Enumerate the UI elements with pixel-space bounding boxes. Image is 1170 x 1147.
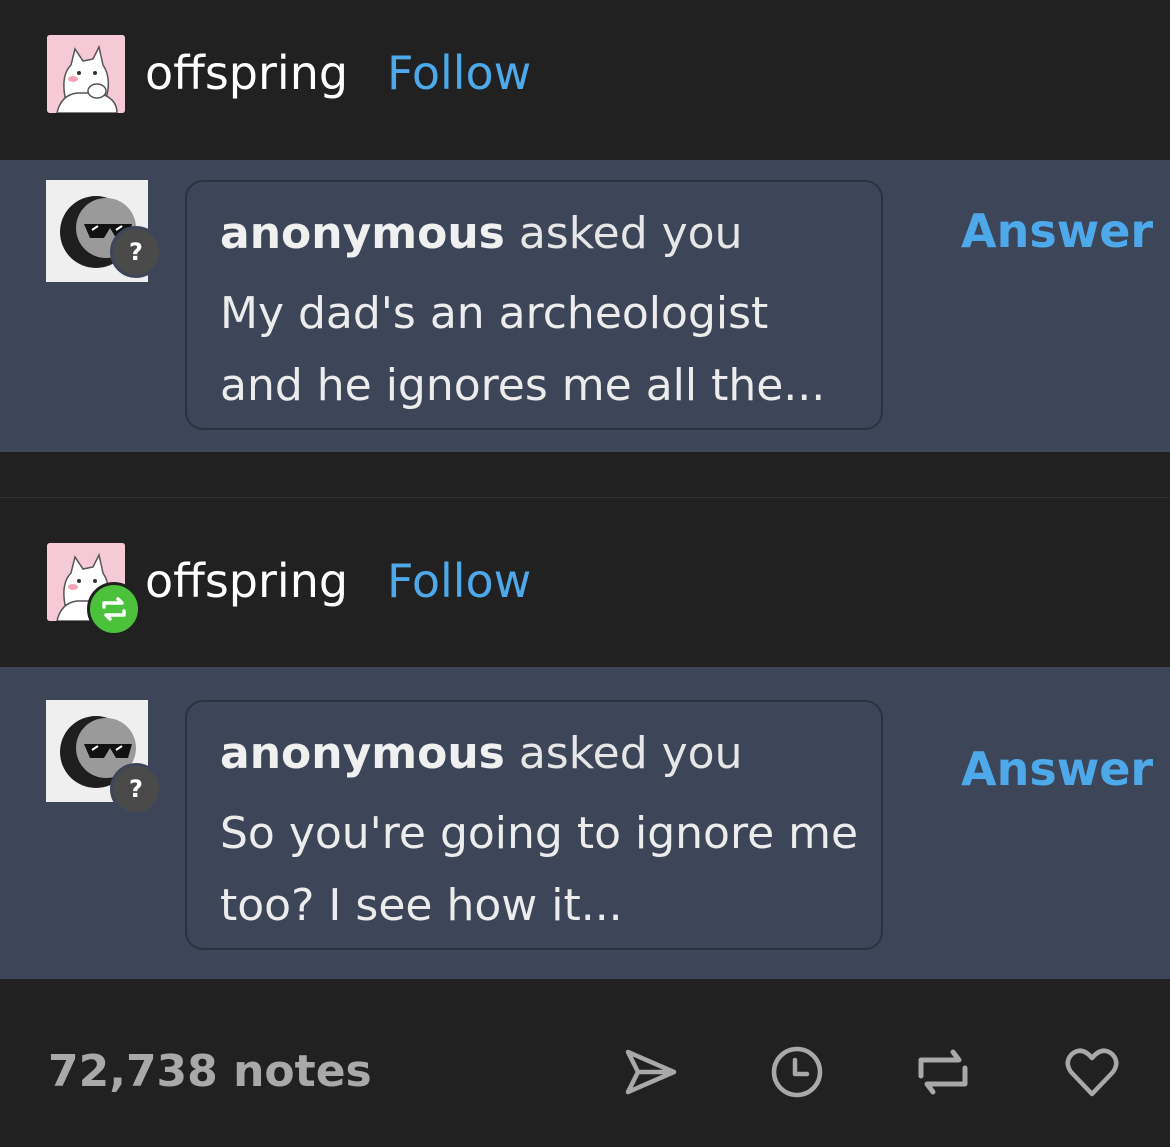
asker-line: anonymous asked you [220,728,742,779]
reblog-icon[interactable] [913,1042,973,1102]
asked-you-label: asked you [518,208,743,259]
cat-avatar-icon [47,35,125,113]
asker-line: anonymous asked you [220,208,742,259]
question-text: My dad's an archeologist and he ignores … [220,288,826,411]
question-text: So you're going to ignore me too? I see … [220,808,859,931]
divider [0,497,1170,498]
follow-button[interactable]: Follow [387,46,531,100]
post-footer: 72,738 notes [0,980,1170,1147]
ask-block: ? anonymous asked you So you're going to… [0,667,1170,979]
follow-button[interactable]: Follow [387,554,531,608]
like-icon[interactable] [1062,1042,1122,1102]
ask-bubble[interactable]: anonymous asked you My dad's an archeolo… [185,180,883,430]
post-header: offspring Follow [0,508,1170,668]
asker-name[interactable]: anonymous [220,728,505,779]
ask-block: ? anonymous asked you My dad's an archeo… [0,160,1170,452]
history-icon[interactable] [767,1042,827,1102]
answer-button[interactable]: Answer [961,742,1153,796]
question-badge-icon: ? [110,226,162,278]
username[interactable]: offspring [145,46,348,100]
post-header: offspring Follow [0,0,1170,160]
question-badge-icon: ? [110,763,162,815]
username[interactable]: offspring [145,554,348,608]
ask-bubble[interactable]: anonymous asked you So you're going to i… [185,700,883,950]
asker-name[interactable]: anonymous [220,208,505,259]
user-avatar[interactable] [47,35,125,113]
notes-count[interactable]: 72,738 notes [48,1046,372,1097]
post-page: offspring Follow ? anonymous asked you M… [0,0,1170,1147]
reblog-badge-icon [87,582,141,636]
asked-you-label: asked you [518,728,743,779]
answer-button[interactable]: Answer [961,204,1153,258]
share-icon[interactable] [620,1042,680,1102]
